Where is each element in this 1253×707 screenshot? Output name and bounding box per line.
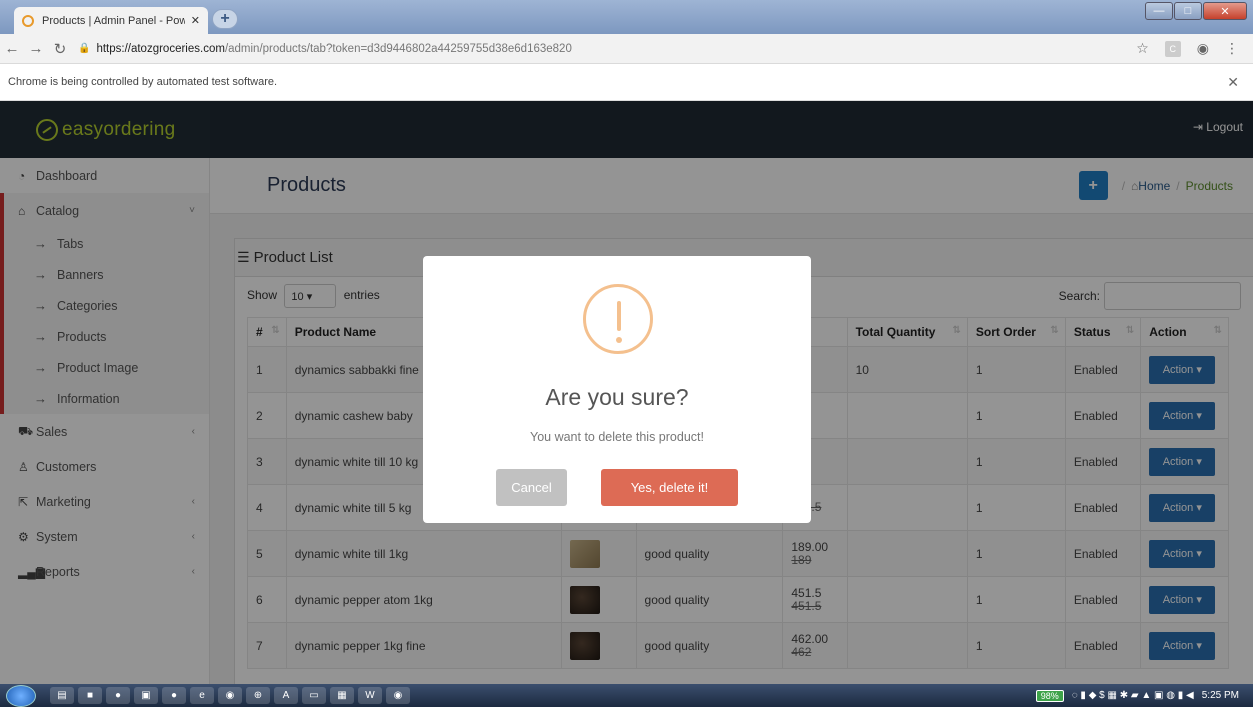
reload-icon[interactable]: ↻ bbox=[48, 40, 72, 58]
menu-icon[interactable]: ⋮ bbox=[1225, 40, 1239, 57]
cancel-button[interactable]: Cancel bbox=[496, 469, 567, 506]
network-icon[interactable]: ⊕ bbox=[246, 687, 270, 704]
confirm-delete-dialog: Are you sure? You want to delete this pr… bbox=[423, 256, 811, 523]
new-tab-button[interactable]: + bbox=[212, 9, 238, 29]
word-icon[interactable]: W bbox=[358, 687, 382, 704]
app-icon[interactable]: ▦ bbox=[330, 687, 354, 704]
app-icon[interactable]: ▣ bbox=[134, 687, 158, 704]
confirm-delete-button[interactable]: Yes, delete it! bbox=[601, 469, 738, 506]
tab-close-icon[interactable]: ✕ bbox=[191, 14, 200, 27]
url-host: https://atozgroceries.com bbox=[96, 42, 225, 55]
chrome-icon[interactable]: ◉ bbox=[386, 687, 410, 704]
automation-infobar: Chrome is being controlled by automated … bbox=[0, 64, 1253, 101]
url-path: /admin/products/tab?token=d3d9446802a442… bbox=[224, 42, 572, 55]
browser-toolbar: ← → ↻ 🔒 https://atozgroceries.com/admin/… bbox=[0, 34, 1253, 64]
clock[interactable]: 5:25 PM bbox=[1202, 690, 1239, 701]
profile-icon[interactable]: ◉ bbox=[1197, 40, 1209, 57]
back-icon[interactable]: ← bbox=[0, 40, 24, 57]
window-controls: — □ ✕ bbox=[1144, 2, 1247, 20]
battery-indicator[interactable]: 98% bbox=[1035, 689, 1064, 702]
extension-icon[interactable]: C bbox=[1164, 40, 1181, 57]
explorer-icon[interactable]: ▤ bbox=[50, 687, 74, 704]
os-taskbar: ▤ ■ ● ▣ ● e ◉ ⊕ A ▭ ▦ W ◉ 98% ◌ ▮ ◆ $ ▦ … bbox=[0, 684, 1253, 707]
lock-icon: 🔒 bbox=[78, 43, 91, 54]
tab-favicon-icon bbox=[22, 14, 34, 27]
firefox-icon[interactable]: ● bbox=[162, 687, 186, 704]
address-bar[interactable]: 🔒 https://atozgroceries.com/admin/produc… bbox=[78, 37, 1136, 61]
dialog-title: Are you sure? bbox=[545, 384, 689, 410]
infobar-close-icon[interactable]: ✕ bbox=[1227, 74, 1239, 91]
browser-tab[interactable]: Products | Admin Panel - Powere ✕ bbox=[14, 7, 208, 34]
chrome-icon[interactable]: ◉ bbox=[218, 687, 242, 704]
admin-app: easyordering ⇥ Logout ◔ Dashboard ⌂ Cata… bbox=[0, 101, 1253, 684]
app-icon[interactable]: ▭ bbox=[302, 687, 326, 704]
warning-icon bbox=[583, 284, 653, 354]
firefox-icon[interactable]: ● bbox=[106, 687, 130, 704]
window-close-button[interactable]: ✕ bbox=[1203, 2, 1247, 20]
app-icon[interactable]: ■ bbox=[78, 687, 102, 704]
infobar-text: Chrome is being controlled by automated … bbox=[8, 76, 278, 88]
dialog-message: You want to delete this product! bbox=[530, 430, 704, 444]
browser-titlebar: Products | Admin Panel - Powere ✕ + — □ … bbox=[0, 0, 1253, 34]
taskbar-apps: ▤ ■ ● ▣ ● e ◉ ⊕ A ▭ ▦ W ◉ bbox=[50, 687, 410, 704]
ie-icon[interactable]: e bbox=[190, 687, 214, 704]
dialog-buttons: Cancel Yes, delete it! bbox=[423, 469, 811, 506]
maximize-button[interactable]: □ bbox=[1174, 2, 1202, 20]
bookmark-star-icon[interactable]: ☆ bbox=[1136, 40, 1149, 57]
toolbar-actions: ☆ C ◉ ⋮ bbox=[1136, 40, 1239, 57]
system-tray: 98% ◌ ▮ ◆ $ ▦ ✱ ▰ ▲ ▣ ◍ ▮ ◀ 5:25 PM bbox=[1035, 689, 1239, 702]
forward-icon[interactable]: → bbox=[24, 40, 48, 57]
tab-title: Products | Admin Panel - Powere bbox=[42, 14, 185, 27]
minimize-button[interactable]: — bbox=[1145, 2, 1173, 20]
tray-icons[interactable]: ◌ ▮ ◆ $ ▦ ✱ ▰ ▲ ▣ ◍ ▮ ◀ bbox=[1072, 690, 1194, 701]
start-button[interactable] bbox=[6, 684, 36, 707]
pdf-icon[interactable]: A bbox=[274, 687, 298, 704]
